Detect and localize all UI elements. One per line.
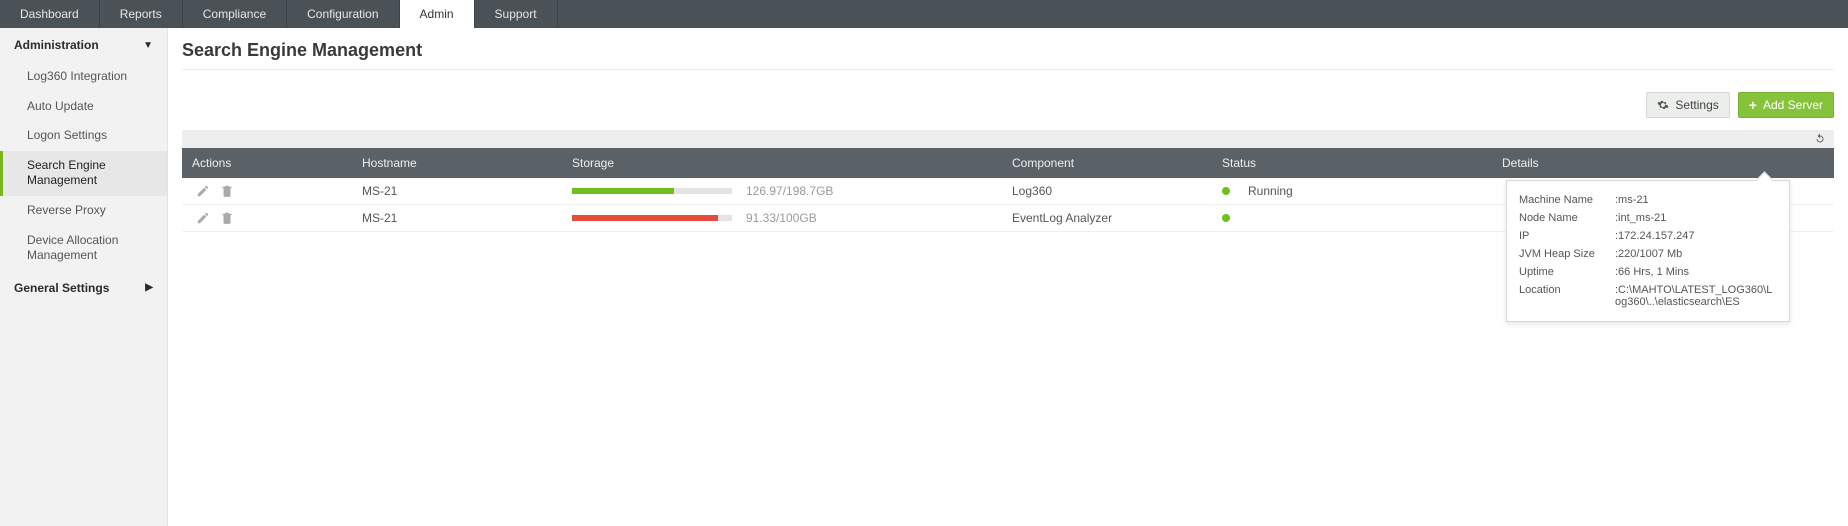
edit-icon[interactable] xyxy=(196,184,210,198)
popover-value: :C:\MAHTO\LATEST_LOG360\Log360\..\elasti… xyxy=(1615,284,1777,308)
popover-value: :ms-21 xyxy=(1615,194,1649,206)
delete-icon[interactable] xyxy=(220,184,234,198)
hostname-cell: MS-21 xyxy=(352,205,562,232)
col-header-hostname: Hostname xyxy=(352,148,562,178)
sidebar: Administration ▼ Log360 Integration Auto… xyxy=(0,28,168,526)
chevron-down-icon: ▼ xyxy=(143,40,153,51)
col-header-details: Details xyxy=(1492,148,1834,178)
tab-dashboard[interactable]: Dashboard xyxy=(0,0,100,28)
popover-value: :66 Hrs, 1 Mins xyxy=(1615,266,1689,278)
sidebar-item-log360-integration[interactable]: Log360 Integration xyxy=(0,62,167,92)
popover-label: JVM Heap Size xyxy=(1519,248,1615,260)
popover-value: :int_ms-21 xyxy=(1615,212,1666,224)
sidebar-item-auto-update[interactable]: Auto Update xyxy=(0,92,167,122)
status-text: Running xyxy=(1248,184,1293,198)
popover-label: Machine Name xyxy=(1519,194,1615,206)
settings-button[interactable]: Settings xyxy=(1646,92,1729,118)
col-header-actions: Actions xyxy=(182,148,352,178)
sidebar-item-search-engine-management[interactable]: Search Engine Management xyxy=(0,151,167,196)
delete-icon[interactable] xyxy=(220,211,234,225)
settings-button-label: Settings xyxy=(1675,98,1718,112)
status-dot-icon xyxy=(1222,187,1230,195)
status-dot-icon xyxy=(1222,214,1230,222)
sidebar-item-device-allocation-management[interactable]: Device Allocation Management xyxy=(0,226,167,271)
col-header-status: Status xyxy=(1212,148,1492,178)
storage-text: 126.97/198.7GB xyxy=(746,184,833,198)
tab-reports[interactable]: Reports xyxy=(100,0,183,28)
sidebar-section-label: Administration xyxy=(14,38,99,52)
tab-configuration[interactable]: Configuration xyxy=(287,0,399,28)
component-cell: Log360 xyxy=(1002,178,1212,205)
col-header-component: Component xyxy=(1002,148,1212,178)
sidebar-item-logon-settings[interactable]: Logon Settings xyxy=(0,121,167,151)
gear-icon xyxy=(1657,99,1669,111)
edit-icon[interactable] xyxy=(196,211,210,225)
storage-bar xyxy=(572,215,732,221)
details-popover: Machine Name:ms-21 Node Name:int_ms-21 I… xyxy=(1506,180,1790,322)
popover-label: Uptime xyxy=(1519,266,1615,278)
popover-label: IP xyxy=(1519,230,1615,242)
add-server-button[interactable]: + Add Server xyxy=(1738,92,1834,118)
chevron-right-icon: ▶ xyxy=(145,282,153,293)
sidebar-section-label: General Settings xyxy=(14,281,109,295)
sidebar-section-administration[interactable]: Administration ▼ xyxy=(0,28,167,62)
sidebar-section-general-settings[interactable]: General Settings ▶ xyxy=(0,271,167,305)
storage-text: 91.33/100GB xyxy=(746,211,817,225)
tab-compliance[interactable]: Compliance xyxy=(183,0,287,28)
component-cell: EventLog Analyzer xyxy=(1002,205,1212,232)
storage-bar xyxy=(572,188,732,194)
popover-value: :220/1007 Mb xyxy=(1615,248,1682,260)
popover-value: :172.24.157.247 xyxy=(1615,230,1695,242)
action-bar: Settings + Add Server xyxy=(182,92,1834,118)
top-nav: Dashboard Reports Compliance Configurati… xyxy=(0,0,1848,28)
tab-support[interactable]: Support xyxy=(475,0,558,28)
server-table-wrapper: Actions Hostname Storage Component Statu… xyxy=(182,130,1834,232)
plus-icon: + xyxy=(1749,98,1757,112)
hostname-cell: MS-21 xyxy=(352,178,562,205)
sidebar-item-reverse-proxy[interactable]: Reverse Proxy xyxy=(0,196,167,226)
popover-label: Location xyxy=(1519,284,1615,308)
page-title: Search Engine Management xyxy=(182,38,1834,70)
content-area: Search Engine Management Settings + Add … xyxy=(168,28,1848,526)
refresh-icon[interactable] xyxy=(1814,133,1826,145)
col-header-storage: Storage xyxy=(562,148,1002,178)
add-server-button-label: Add Server xyxy=(1763,98,1823,112)
tab-admin[interactable]: Admin xyxy=(400,0,475,28)
popover-label: Node Name xyxy=(1519,212,1615,224)
